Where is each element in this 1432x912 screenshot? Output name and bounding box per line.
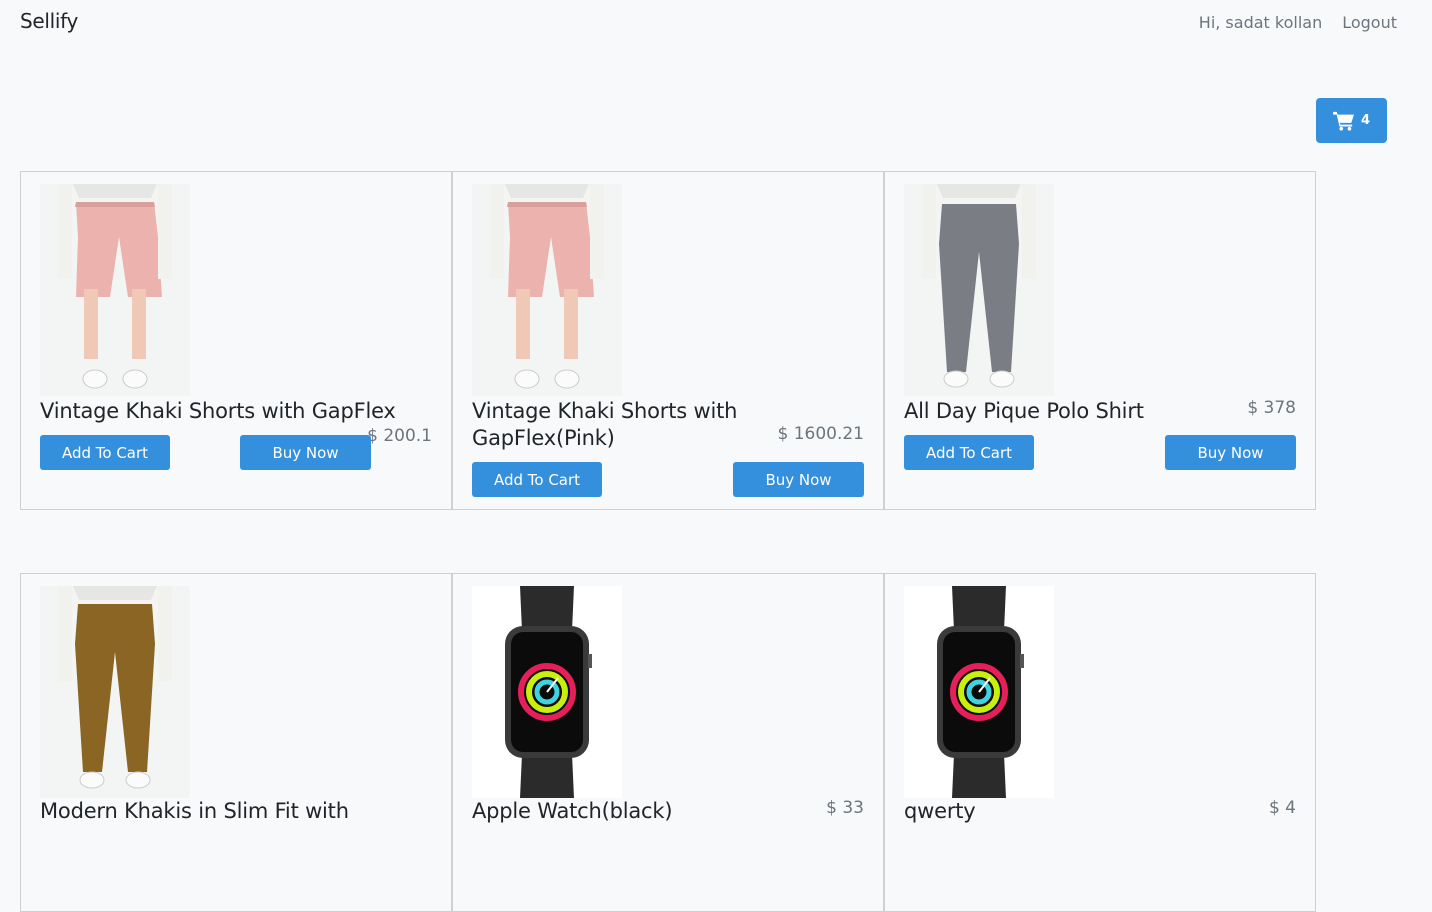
- product-price: $ 378: [1247, 398, 1296, 418]
- product-image[interactable]: [40, 586, 190, 798]
- product-price: $ 1600.21: [777, 424, 864, 444]
- product-price: $ 33: [826, 798, 864, 818]
- product-image[interactable]: [472, 586, 622, 798]
- product-title[interactable]: Apple Watch(black): [472, 798, 673, 825]
- product-image[interactable]: [40, 184, 190, 396]
- product-title[interactable]: Vintage Khaki Shorts with GapFlex: [40, 398, 396, 425]
- user-nav: Hi, sadat kollan Logout: [1199, 13, 1397, 32]
- logout-link[interactable]: Logout: [1342, 13, 1397, 32]
- add-to-cart-button[interactable]: Add To Cart: [904, 435, 1034, 470]
- buy-now-button[interactable]: Buy Now: [240, 435, 371, 470]
- product-price: $ 200.1: [367, 426, 432, 446]
- add-to-cart-button[interactable]: Add To Cart: [40, 435, 170, 470]
- buy-now-button[interactable]: Buy Now: [733, 462, 864, 497]
- brand-logo[interactable]: Sellify: [20, 9, 78, 33]
- product-title[interactable]: Vintage Khaki Shorts with GapFlex(Pink): [472, 398, 762, 452]
- cart-icon: [1333, 111, 1354, 131]
- product-card: Apple Watch(black) $ 33: [452, 573, 884, 912]
- add-to-cart-button[interactable]: Add To Cart: [472, 462, 602, 497]
- product-card: Vintage Khaki Shorts with GapFlex $ 200.…: [20, 171, 452, 510]
- product-image[interactable]: [472, 184, 622, 396]
- product-title[interactable]: Modern Khakis in Slim Fit with: [40, 798, 349, 825]
- user-greeting-link[interactable]: Hi, sadat kollan: [1199, 13, 1322, 32]
- product-image[interactable]: [904, 184, 1054, 396]
- product-card: Vintage Khaki Shorts with GapFlex(Pink) …: [452, 171, 884, 510]
- cart-button[interactable]: 4: [1316, 98, 1387, 143]
- buy-now-button[interactable]: Buy Now: [1165, 435, 1296, 470]
- product-title[interactable]: All Day Pique Polo Shirt: [904, 398, 1144, 425]
- product-title[interactable]: qwerty: [904, 798, 976, 825]
- product-card: All Day Pique Polo Shirt $ 378 Add To Ca…: [884, 171, 1316, 510]
- product-price: $ 4: [1268, 798, 1296, 818]
- product-card: Modern Khakis in Slim Fit with: [20, 573, 452, 912]
- product-card: qwerty $ 4: [884, 573, 1316, 912]
- cart-count: 4: [1360, 113, 1371, 128]
- product-image[interactable]: [904, 586, 1054, 798]
